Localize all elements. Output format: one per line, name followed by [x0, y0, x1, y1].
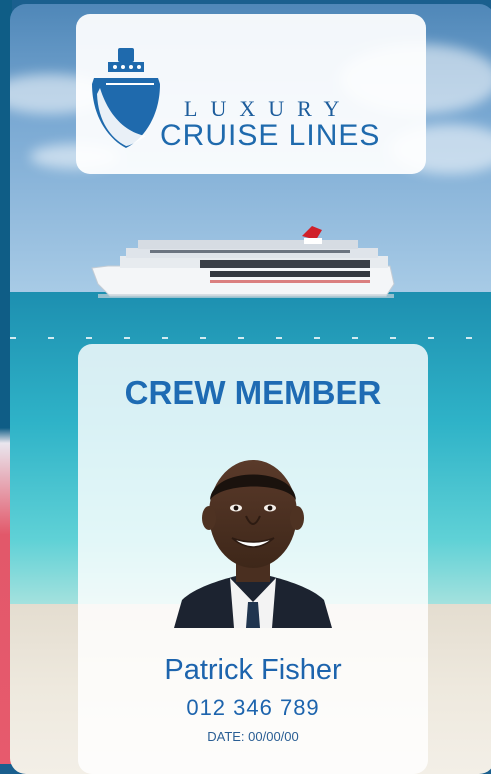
crew-info-panel: CREW MEMBER Patrick Fisher 012 346 789 D…	[78, 344, 428, 774]
buoy-line	[10, 337, 491, 339]
brand-line-cruise-lines: CRUISE LINES	[160, 119, 381, 152]
issue-date: DATE: 00/00/00	[207, 729, 299, 744]
employee-id-number: 012 346 789	[186, 695, 320, 720]
role-title: CREW MEMBER	[124, 374, 382, 411]
crew-id-card: LUXURY CRUISE LINES CREW MEMBER Patrick …	[10, 4, 491, 774]
employee-name: Patrick Fisher	[164, 654, 342, 686]
cruise-ship-image	[91, 226, 395, 298]
cruise-ship-icon	[92, 48, 160, 148]
employee-portrait	[174, 460, 332, 628]
logo-panel: LUXURY CRUISE LINES	[76, 14, 426, 174]
